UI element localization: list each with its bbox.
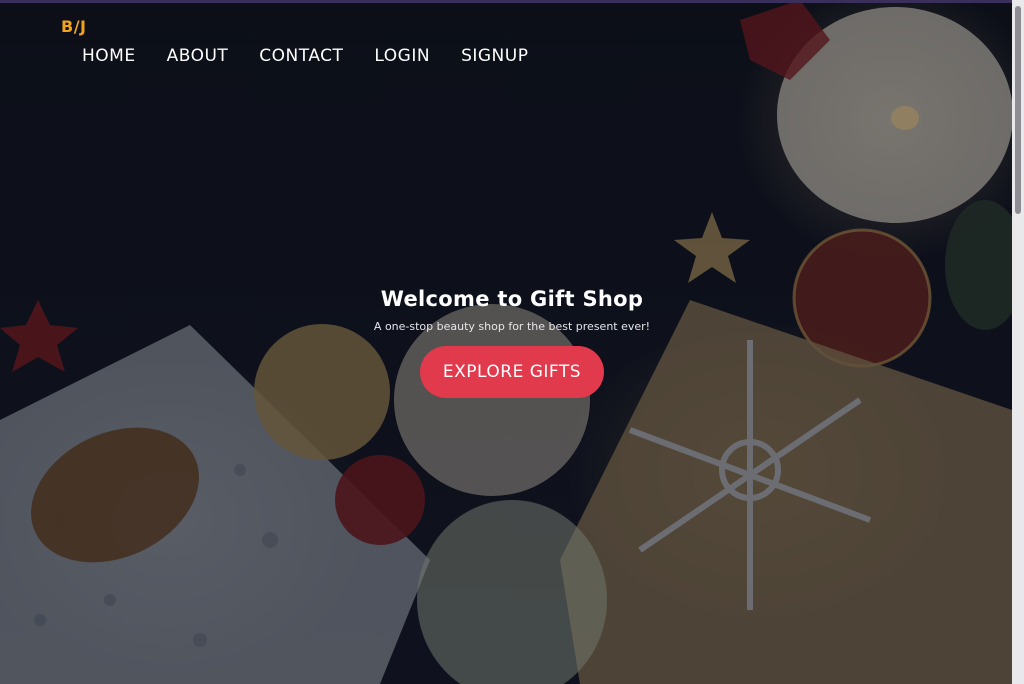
main-nav: HOME ABOUT CONTACT LOGIN SIGNUP	[82, 46, 528, 66]
hero-content: Welcome to Gift Shop A one-stop beauty s…	[0, 287, 1024, 398]
scrollbar-thumb[interactable]	[1015, 6, 1021, 214]
brand-logo[interactable]: B/J	[61, 17, 87, 36]
hero-subtitle: A one-stop beauty shop for the best pres…	[373, 320, 651, 333]
nav-item-login[interactable]: LOGIN	[374, 46, 430, 66]
explore-gifts-button[interactable]: EXPLORE GIFTS	[420, 346, 604, 398]
vertical-scrollbar[interactable]	[1012, 0, 1024, 684]
hero-title: Welcome to Gift Shop	[380, 287, 644, 311]
nav-item-contact[interactable]: CONTACT	[259, 46, 343, 66]
nav-item-signup[interactable]: SIGNUP	[461, 46, 528, 66]
nav-item-about[interactable]: ABOUT	[167, 46, 229, 66]
nav-item-home[interactable]: HOME	[82, 46, 136, 66]
top-accent-strip	[0, 0, 1024, 3]
